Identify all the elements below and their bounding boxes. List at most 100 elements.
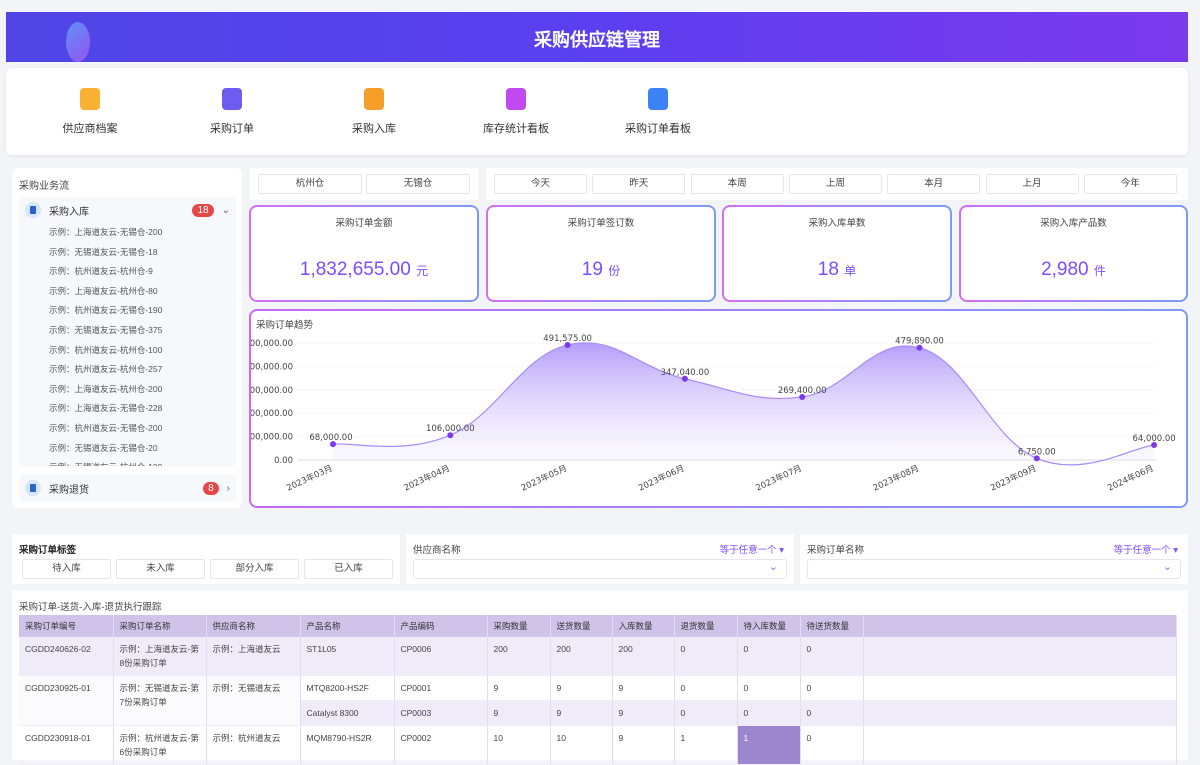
folder-icon	[80, 88, 100, 110]
list-item[interactable]: 示例：上海道友云-无锡仓-200	[19, 223, 236, 243]
column-header[interactable]: 送货数量	[550, 615, 613, 637]
cell: 9	[550, 700, 613, 726]
warehouse-hangzhou-button[interactable]: 杭州仓	[258, 174, 362, 194]
column-header[interactable]: 入库数量	[612, 615, 675, 637]
column-header[interactable]: 产品编码	[394, 615, 488, 637]
column-header[interactable]: 待入库数量	[737, 615, 801, 637]
column-header[interactable]: 采购订单名称	[113, 615, 207, 637]
cell-spacer	[863, 637, 1177, 676]
list-item[interactable]: 示例：杭州道友云-杭州仓-9	[19, 262, 236, 282]
column-spacer	[863, 615, 1177, 637]
list-item[interactable]: 示例：无锡道友云-杭州仓-100	[19, 458, 236, 466]
column-header[interactable]: 退货数量	[674, 615, 738, 637]
period-button[interactable]: 今年	[1083, 174, 1177, 194]
column-header[interactable]: 采购数量	[487, 615, 551, 637]
period-button[interactable]: 本周	[690, 174, 784, 194]
list-item[interactable]: 示例：上海道友云-杭州仓-80	[19, 282, 236, 302]
kpi-value: 1,832,655.00	[299, 259, 411, 280]
list-item[interactable]: 示例：上海道友云-杭州仓-200	[19, 380, 236, 400]
period-button[interactable]: 今天	[494, 174, 587, 194]
chart-svg: 0.00 100,000.00 200,000.00 300,000.00 400,00…	[251, 334, 1176, 494]
warehouse-wuxi-button[interactable]: 无锡仓	[366, 174, 470, 194]
cell: 9	[487, 675, 551, 701]
table-row[interactable]: CGDD230925-01 示例：无锡道友云-第7份采购订单 示例：无锡道友云 MTQ…	[19, 675, 1177, 726]
kpi-unit: 份	[608, 264, 621, 278]
data-label: 479,890.00	[895, 337, 944, 347]
x-tick-label: 2024年06月	[1106, 463, 1155, 494]
cell: 200	[612, 637, 675, 676]
cell: 10	[550, 725, 613, 765]
list-item[interactable]: 示例：杭州道友云-无锡仓-200	[19, 419, 236, 439]
column-header[interactable]: 待送货数量	[800, 615, 864, 637]
panel-title: 采购业务流	[19, 181, 69, 192]
x-tick-label: 2023年04月	[402, 463, 451, 494]
calendar-icon	[648, 88, 668, 110]
period-button[interactable]: 昨天	[592, 174, 686, 194]
kpi-card: 采购订单金额 1,832,655.00 元	[249, 205, 479, 302]
cell: 0	[737, 700, 801, 726]
tag-filter: 采购订单标签 待入库 未入库 部分入库 已入库	[12, 534, 400, 584]
list-item[interactable]: 示例：无锡道友云-无锡仓-20	[19, 439, 236, 459]
list-item[interactable]: 示例：上海道友云-无锡仓-228	[19, 399, 236, 419]
cell: 9	[612, 725, 675, 765]
list-item[interactable]: 示例：杭州道友云-杭州仓-100	[19, 341, 236, 361]
tag-option-button[interactable]: 部分入库	[210, 559, 299, 579]
y-tick-label: 200,000.00	[251, 409, 293, 419]
nav-item[interactable]: 供应商档案	[30, 88, 150, 136]
list-item[interactable]: 示例：无锡道友云-无锡仓-18	[19, 243, 236, 263]
nav-item[interactable]: 采购订单看板	[598, 88, 718, 136]
column-header[interactable]: 产品名称	[300, 615, 395, 637]
list-item[interactable]: 示例：无锡道友云-无锡仓-375	[19, 321, 236, 341]
list-item[interactable]: 示例：杭州道友云-杭州仓-257	[19, 360, 236, 380]
group-inbound-header[interactable]: 采购入库 18 ⌄	[19, 197, 236, 223]
table-row[interactable]: CGDD230918-01 示例：杭州道友云-第6份采购订单 示例：杭州道友云 MQM…	[19, 725, 1177, 765]
shield-check-icon	[364, 88, 384, 110]
group-label: 采购入库	[49, 206, 89, 218]
cell: 9	[612, 675, 675, 701]
tag-option-button[interactable]: 未入库	[116, 559, 205, 579]
period-button[interactable]: 本月	[887, 174, 981, 194]
operator-dropdown[interactable]: 等于任意一个 ▾	[1114, 542, 1178, 556]
kpi-title: 采购订单金额	[335, 218, 393, 229]
kpi-card: 采购入库产品数 2,980 件	[959, 205, 1188, 302]
kpi-value-row: 19 份	[488, 259, 714, 281]
count-badge: 18	[192, 203, 214, 217]
tag-option-button[interactable]: 已入库	[304, 559, 393, 579]
chevron-down-icon: ⌄	[221, 204, 230, 216]
order-name-select[interactable]	[807, 559, 1181, 579]
filter-label: 采购订单名称	[807, 545, 865, 556]
data-label: 269,400.00	[778, 386, 827, 396]
cell-id: CGDD240626-02	[19, 637, 114, 676]
x-tick-label: 2023年06月	[637, 463, 686, 494]
supplier-select[interactable]	[413, 559, 787, 579]
cell-spacer	[863, 675, 1177, 701]
group-return[interactable]: 采购退货 8 ›	[19, 474, 236, 502]
kpi-title: 采购入库产品数	[1040, 218, 1107, 229]
data-label: 491,575.00	[543, 334, 592, 344]
table-title: 采购订单-送货-入库-退货执行跟踪	[19, 602, 162, 613]
table-row[interactable]: CGDD240626-02 示例：上海道友云-第8份采购订单 示例：上海道友云 ST1…	[19, 637, 1177, 676]
tracking-table-section: 采购订单-送货-入库-退货执行跟踪 采购订单编号 采购订单名称 供应商名称 产品名称产…	[12, 590, 1188, 765]
cell-spacer	[863, 700, 1177, 726]
period-button[interactable]: 上周	[788, 174, 882, 194]
operator-dropdown[interactable]: 等于任意一个 ▾	[720, 542, 784, 556]
cell: 9	[612, 700, 675, 726]
column-header[interactable]: 采购订单编号	[19, 615, 114, 637]
cell: MQM8790-HS2R	[300, 725, 395, 765]
nav-item[interactable]: 采购入库	[314, 88, 434, 136]
cell-supplier: 示例：上海道友云	[206, 637, 301, 676]
cell: 0	[737, 637, 801, 676]
nav-item[interactable]: 采购订单	[172, 88, 292, 136]
list-item[interactable]: 示例：杭州道友云-无锡仓-190	[19, 301, 236, 321]
kpi-title: 采购入库单数	[808, 218, 866, 229]
document-icon	[25, 202, 41, 218]
data-label: 6,750.00	[1018, 447, 1056, 457]
x-tick-label: 2023年09月	[989, 463, 1038, 494]
cell-spacer	[863, 725, 1177, 765]
chart-icon	[506, 88, 526, 110]
tag-option-button[interactable]: 待入库	[22, 559, 111, 579]
group-inbound: 采购入库 18 ⌄ 示例：上海道友云-无锡仓-200 示例：无锡道友云-无锡仓-1…	[19, 197, 236, 466]
nav-item[interactable]: 库存统计看板	[456, 88, 576, 136]
column-header[interactable]: 供应商名称	[206, 615, 301, 637]
period-button[interactable]: 上月	[985, 174, 1079, 194]
